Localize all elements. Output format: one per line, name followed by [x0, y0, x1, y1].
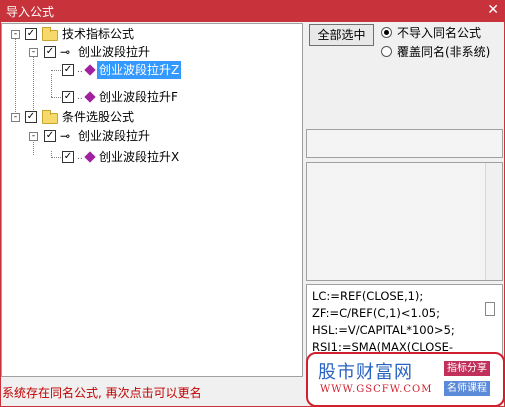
- title-bar: 导入公式 ✕: [0, 0, 505, 22]
- tree-node-label: 创业波段拉升F: [99, 90, 178, 104]
- radio-selected-icon[interactable]: [381, 27, 392, 38]
- tree-node-label: 创业波段拉升X: [99, 150, 180, 164]
- formula-dots-icon: ..: [77, 92, 83, 102]
- code-line: LC:=REF(CLOSE,1);: [312, 289, 424, 303]
- tree-node-condition-screening[interactable]: - ✓ 条件选股公式: [2, 108, 302, 126]
- collapse-icon[interactable]: -: [29, 132, 38, 141]
- checkbox-checked-icon[interactable]: ✓: [25, 111, 37, 123]
- watermark-brand: 股市财富网: [318, 362, 413, 383]
- formula-dots-icon: ..: [77, 152, 83, 162]
- key-icon: ⊸: [60, 45, 71, 59]
- tree-line: [51, 70, 61, 71]
- tree-node-formula-x[interactable]: ✓ .. 创业波段拉升X: [2, 148, 302, 166]
- checkbox-checked-icon[interactable]: ✓: [44, 130, 56, 142]
- collapse-icon[interactable]: -: [29, 48, 38, 57]
- tree-node-tech-indicators[interactable]: - ✓ 技术指标公式: [2, 25, 302, 43]
- tree-node-label: 创业波段拉升Z: [97, 61, 182, 79]
- tree-node-label: 创业波段拉升: [78, 45, 151, 59]
- radio-label: 覆盖同名(非系统): [397, 45, 491, 59]
- collapse-icon[interactable]: -: [11, 30, 20, 39]
- code-line: HSL:=V/CAPITAL*100>5;: [312, 323, 455, 337]
- site-watermark: 股市财富网 WWW.GSCFW.COM 指标分享 名师课程: [306, 352, 505, 407]
- status-message: 系统存在同名公式, 再次点击可以更名: [2, 386, 202, 400]
- formula-name-field[interactable]: [306, 129, 503, 158]
- radio-label: 不导入同名公式: [397, 26, 482, 40]
- vertical-scrollbar[interactable]: [485, 163, 502, 280]
- tree-node-label: 技术指标公式: [62, 27, 135, 41]
- tree-line: [51, 97, 61, 98]
- folder-icon: [42, 110, 58, 124]
- window-title: 导入公式: [6, 5, 55, 19]
- checkbox-checked-icon[interactable]: ✓: [62, 64, 74, 76]
- tree-node-formula-group[interactable]: - ✓ ⊸ 创业波段拉升: [2, 43, 302, 61]
- checkbox-checked-icon[interactable]: ✓: [25, 28, 37, 40]
- formula-tree[interactable]: - ✓ 技术指标公式 - ✓ ⊸ 创业波段拉升 ✓ .. 创业波段拉升Z ✓ .…: [1, 23, 303, 377]
- watermark-tag: 名师课程: [444, 381, 490, 396]
- formula-gem-icon: [84, 64, 96, 76]
- select-all-button[interactable]: 全部选中: [309, 24, 374, 46]
- code-line: ZF:=C/REF(C,1)<1.05;: [312, 306, 440, 320]
- formula-gem-icon: [84, 91, 96, 103]
- checkbox-checked-icon[interactable]: ✓: [44, 46, 56, 58]
- tree-node-label: 创业波段拉升: [78, 129, 151, 143]
- radio-unselected-icon[interactable]: [381, 46, 392, 57]
- watermark-tag: 指标分享: [444, 361, 490, 376]
- watermark-url: WWW.GSCFW.COM: [320, 384, 433, 395]
- tree-node-formula-z[interactable]: ✓ .. 创业波段拉升Z: [2, 61, 302, 79]
- tree-node-formula-group-2[interactable]: - ✓ ⊸ 创业波段拉升: [2, 127, 302, 145]
- tree-node-label: 条件选股公式: [62, 110, 135, 124]
- checkbox-checked-icon[interactable]: ✓: [62, 151, 74, 163]
- collapse-icon[interactable]: -: [11, 113, 20, 122]
- tree-node-formula-f[interactable]: ✓ .. 创业波段拉升F: [2, 88, 302, 106]
- folder-icon: [42, 27, 58, 41]
- close-icon[interactable]: ✕: [487, 2, 499, 18]
- formula-dots-icon: ..: [77, 65, 83, 75]
- formula-gem-icon: [84, 151, 96, 163]
- formula-description-area[interactable]: [306, 162, 503, 281]
- tree-line: [51, 157, 61, 158]
- key-icon: ⊸: [60, 129, 71, 143]
- checkbox-checked-icon[interactable]: ✓: [62, 91, 74, 103]
- scroll-thumb[interactable]: [485, 302, 495, 316]
